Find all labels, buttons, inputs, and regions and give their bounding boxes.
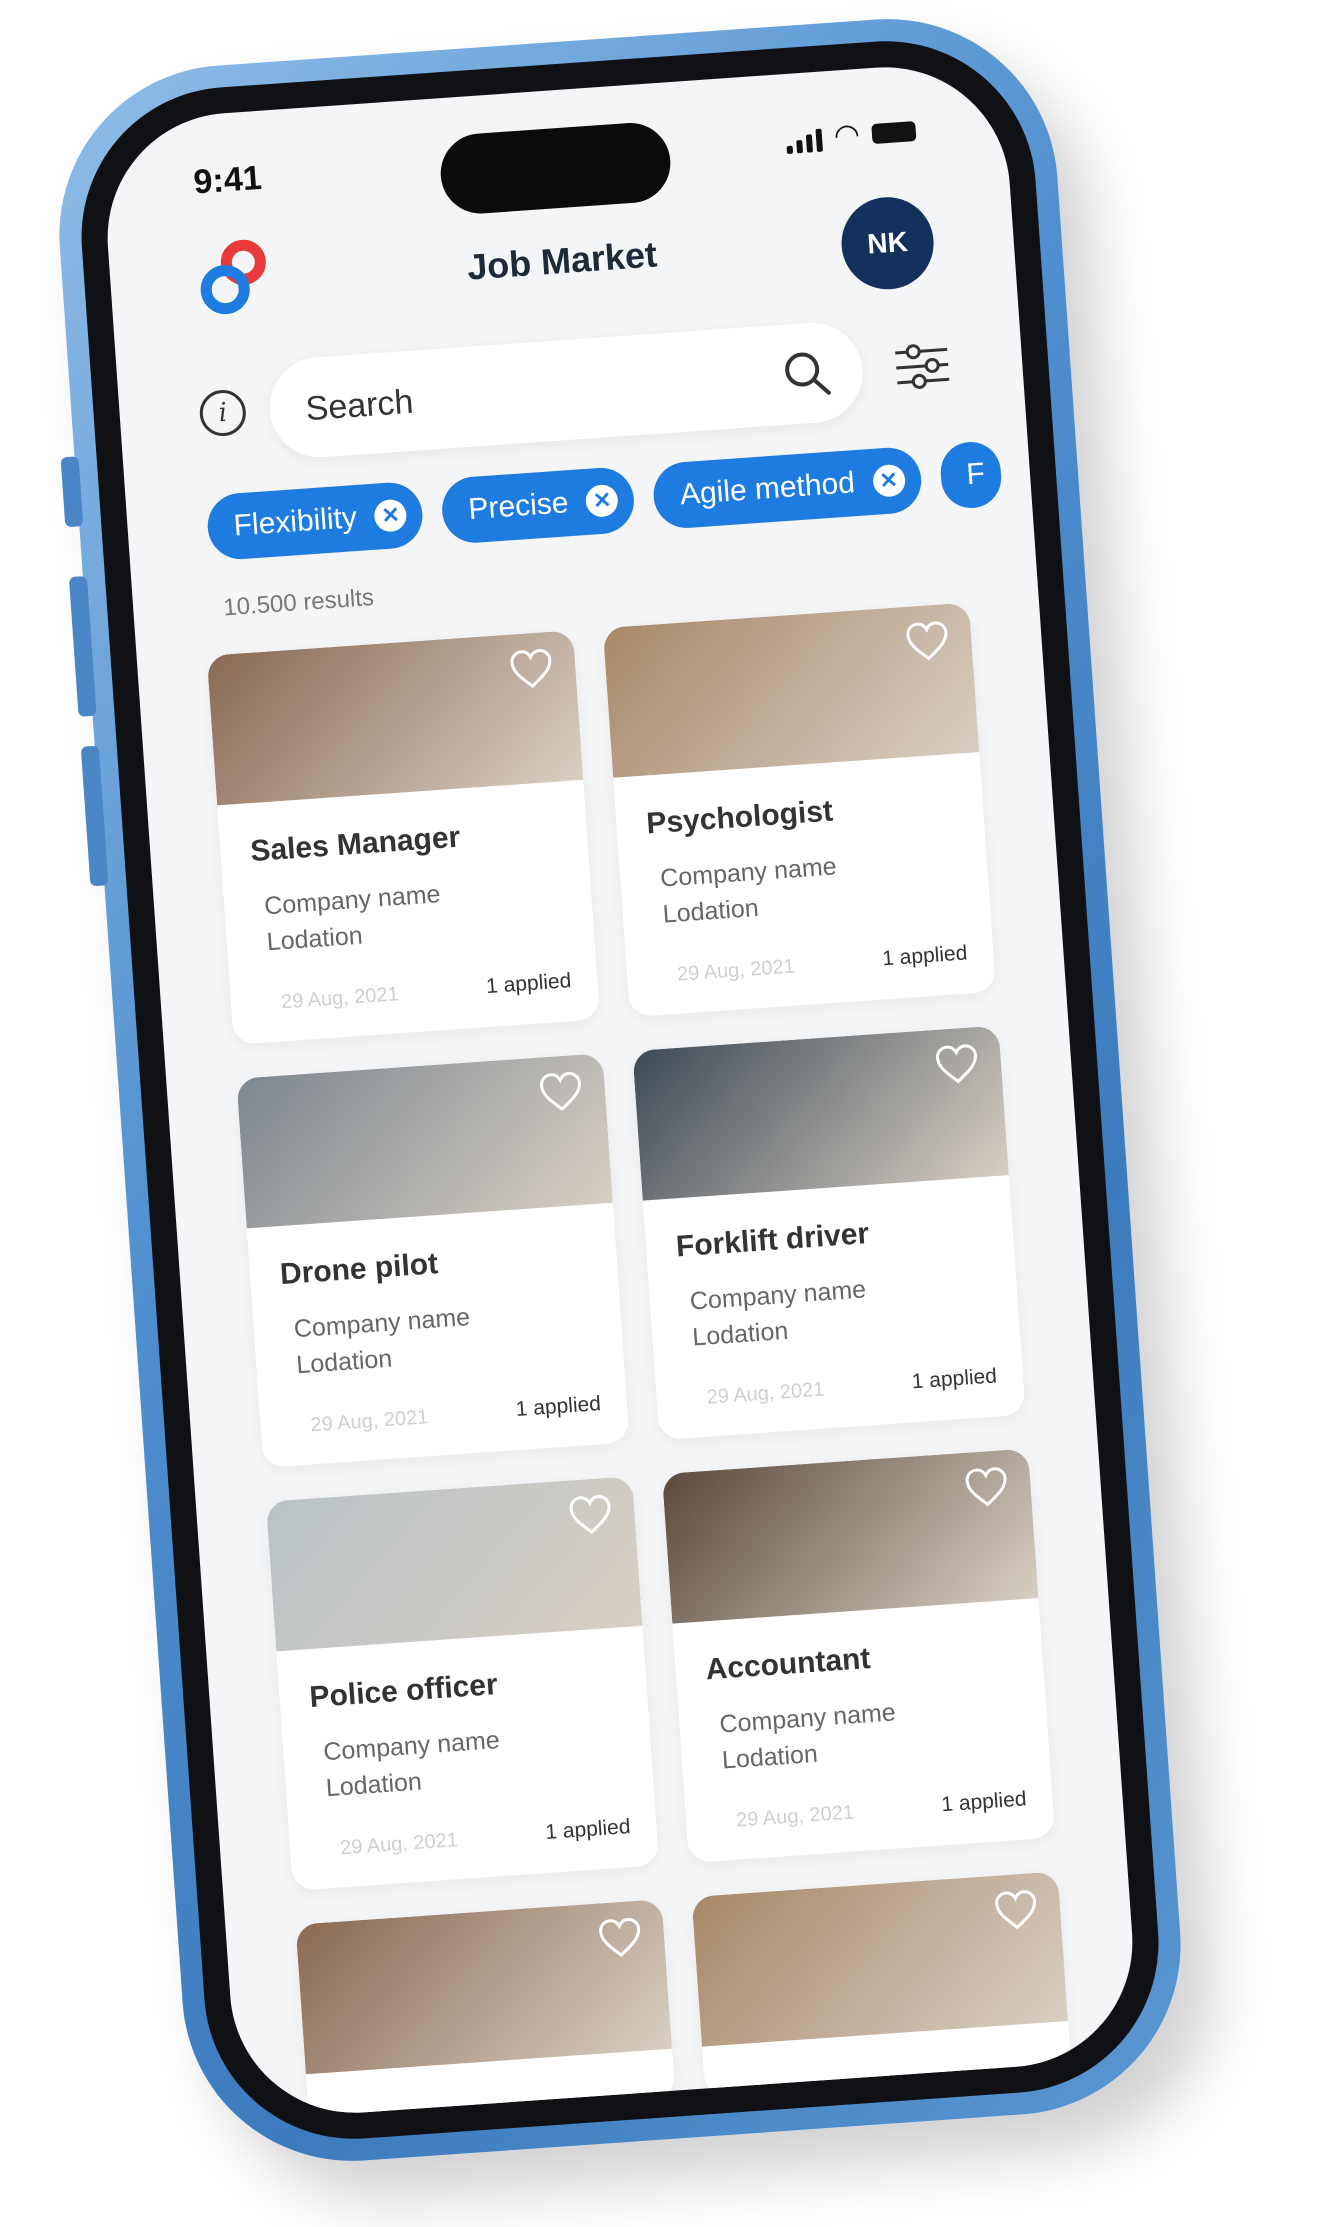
heart-icon[interactable] xyxy=(567,1494,614,1537)
job-image xyxy=(295,1899,673,2075)
status-time: 9:41 xyxy=(192,158,263,202)
job-applied-count: 1 applied xyxy=(514,1392,602,1422)
heart-icon[interactable] xyxy=(904,620,951,663)
job-image xyxy=(206,630,584,806)
heart-icon[interactable] xyxy=(597,1917,644,1960)
job-applied-count: 1 applied xyxy=(940,1787,1028,1817)
avatar[interactable]: NK xyxy=(838,194,937,293)
chip-label: Agile method xyxy=(678,466,856,512)
heart-icon[interactable] xyxy=(963,1466,1010,1509)
job-date: 29 Aug, 2021 xyxy=(280,983,400,1014)
heart-icon[interactable] xyxy=(993,1889,1040,1932)
chip-flexibility[interactable]: Flexibility ✕ xyxy=(205,480,425,562)
job-card[interactable]: Sales Manager Company name Lodation 29 Aug,… xyxy=(206,630,601,1045)
dynamic-island xyxy=(438,120,674,217)
job-title: Police officer xyxy=(308,1668,499,1715)
job-applied-count: 1 applied xyxy=(485,969,573,999)
chip-precise[interactable]: Precise ✕ xyxy=(440,465,637,545)
job-image xyxy=(265,1476,643,1652)
job-card[interactable]: Drone pilot Company name Lodation 29 Aug, 2… xyxy=(236,1053,630,1468)
info-icon[interactable]: i xyxy=(198,388,248,438)
heart-icon[interactable] xyxy=(934,1043,981,1086)
chip-agile-method[interactable]: Agile method ✕ xyxy=(651,445,923,531)
job-company: Company name xyxy=(718,1698,897,1739)
job-card[interactable] xyxy=(691,1871,1072,2097)
heart-icon[interactable] xyxy=(538,1071,585,1114)
job-date: 29 Aug, 2021 xyxy=(676,955,796,986)
job-title: Forklift driver xyxy=(674,1217,871,1264)
job-image xyxy=(236,1053,613,1229)
job-location: Lodation xyxy=(295,1344,394,1380)
status-icons: ◠ xyxy=(785,117,917,155)
close-icon[interactable]: ✕ xyxy=(585,483,620,518)
results-count: 10.500 results xyxy=(222,584,375,622)
search-input[interactable] xyxy=(301,351,725,439)
chip-label: Precise xyxy=(467,486,570,527)
job-card[interactable]: Forklift driver Company name Lodation 29 Au… xyxy=(632,1025,1026,1441)
job-image xyxy=(602,602,980,778)
job-company: Company name xyxy=(292,1303,471,1344)
job-company: Company name xyxy=(688,1275,867,1316)
job-company: Company name xyxy=(263,880,442,921)
job-location: Lodation xyxy=(265,921,364,957)
job-location: Lodation xyxy=(325,1767,423,1803)
app-screen: 9:41 ◠ Job Market NK i Search Flexibilit… xyxy=(99,58,1141,2122)
heart-icon[interactable] xyxy=(508,648,555,691)
job-location: Lodation xyxy=(721,1739,819,1775)
job-image xyxy=(691,1871,1069,2047)
job-company: Company name xyxy=(322,1726,501,1767)
job-title: Psychologist xyxy=(645,794,834,841)
job-date: 29 Aug, 2021 xyxy=(339,1829,459,1860)
job-card[interactable]: Accountant Company name Lodation 29 Aug, 20… xyxy=(661,1448,1056,1864)
job-title: Accountant xyxy=(704,1641,872,1687)
signal-icon xyxy=(785,128,823,155)
battery-icon xyxy=(871,121,917,145)
search-box[interactable] xyxy=(266,319,866,461)
close-icon[interactable]: ✕ xyxy=(373,498,408,533)
filter-icon[interactable] xyxy=(891,339,954,393)
phone-mockup: 9:41 ◠ Job Market NK i Search Flexibilit… xyxy=(47,7,1193,2173)
job-applied-count: 1 applied xyxy=(544,1815,632,1844)
job-title: Drone pilot xyxy=(278,1247,440,1292)
job-location: Lodation xyxy=(691,1316,790,1352)
search-icon[interactable] xyxy=(779,345,835,401)
job-date: 29 Aug, 2021 xyxy=(309,1406,430,1437)
wifi-icon: ◠ xyxy=(832,117,862,153)
chip-label: Flexibility xyxy=(232,501,358,543)
job-date: 29 Aug, 2021 xyxy=(705,1378,826,1409)
job-company: Company name xyxy=(659,852,838,893)
job-location: Lodation xyxy=(661,893,760,929)
close-icon[interactable]: ✕ xyxy=(871,463,906,498)
job-date: 29 Aug, 2021 xyxy=(735,1801,855,1832)
chip-truncated[interactable]: F xyxy=(938,440,1004,511)
job-card[interactable]: Psychologist Company name Lodation 29 Aug, … xyxy=(602,602,997,1018)
job-card[interactable] xyxy=(295,1899,676,2122)
job-applied-count: 1 applied xyxy=(911,1364,998,1394)
chip-label: F xyxy=(965,457,986,492)
filter-chips: Flexibility ✕ Precise ✕ Agile method ✕ F xyxy=(205,438,1033,565)
job-image xyxy=(661,1448,1039,1624)
job-card[interactable]: Police officer Company name Lodation 29 Aug… xyxy=(265,1476,660,1891)
job-title: Sales Manager xyxy=(249,820,462,869)
job-grid: Sales Manager Company name Lodation 29 Aug,… xyxy=(206,602,1072,2122)
job-applied-count: 1 applied xyxy=(881,941,969,971)
job-image xyxy=(632,1025,1009,1201)
